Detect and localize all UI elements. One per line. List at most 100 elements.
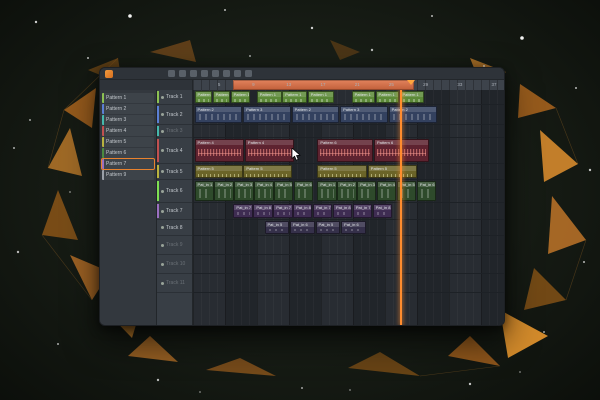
pattern-clip[interactable]: Pat_in 5 [265, 221, 290, 234]
track-header[interactable]: Track 1 [157, 90, 192, 105]
pattern-clip[interactable]: Pattern 5 [243, 165, 291, 178]
track-mute-led[interactable] [161, 113, 164, 116]
pattern-clip[interactable]: Pat_in 6 [417, 181, 436, 201]
pattern-clip[interactable]: Pattern 3 [340, 106, 388, 123]
pattern-clip[interactable]: Pat_in 8 [253, 204, 272, 218]
track-header[interactable]: Track 11 [157, 274, 192, 293]
pattern-clip[interactable]: Pattern 2 [389, 106, 437, 123]
fl-logo-icon[interactable] [105, 70, 113, 78]
pattern-clip[interactable]: Pat_in 7 [233, 204, 252, 218]
pattern-clip[interactable]: Pat_in 6 [290, 221, 315, 234]
playhead[interactable] [400, 90, 402, 325]
mute-icon[interactable] [212, 70, 219, 77]
pattern-clip[interactable]: Pattern 2 [292, 106, 340, 123]
pattern-clip[interactable]: Pattern 1 [282, 91, 307, 103]
zoom-icon[interactable] [245, 70, 252, 77]
pattern-clip[interactable]: Pat_in 2 [337, 181, 356, 201]
timeline-ruler[interactable]: 5913172125293337 [193, 80, 504, 90]
pattern-clip[interactable]: Pattern 3 [243, 106, 291, 123]
pattern-clip[interactable]: Pat_in 6 [341, 221, 366, 234]
pattern-clip[interactable]: Pat_in 7 [273, 204, 292, 218]
track-mute-led[interactable] [161, 226, 164, 229]
pattern-item[interactable]: Pattern 2 [102, 104, 154, 114]
pattern-item[interactable]: Pattern 6 [102, 148, 154, 158]
pattern-item[interactable]: Pattern 1 [102, 93, 154, 103]
pattern-clip[interactable]: Pattern 2 [195, 106, 243, 123]
pattern-item[interactable]: Pattern 3 [102, 115, 154, 125]
track-lane[interactable] [193, 255, 504, 274]
pattern-clip[interactable]: Pat_in 3 [234, 181, 253, 201]
track-header[interactable]: Track 9 [157, 236, 192, 255]
track-lane[interactable] [193, 274, 504, 293]
track-lane[interactable]: Pattern 5Pattern 5Pattern 5Pattern 5 [193, 164, 504, 180]
track-mute-led[interactable] [161, 149, 164, 152]
track-mute-led[interactable] [161, 170, 164, 173]
slip-icon[interactable] [223, 70, 230, 77]
pattern-clip[interactable]: Pattern 1 [308, 91, 334, 103]
track-header[interactable]: Track 7 [157, 203, 192, 220]
pattern-clip[interactable]: Pattern 5 [195, 165, 243, 178]
pattern-clip[interactable]: Pattern 5 [317, 165, 367, 178]
track-header[interactable]: Track 5 [157, 164, 192, 180]
pattern-item[interactable]: Pattern 4 [102, 126, 154, 136]
pattern-clip[interactable]: Pat_in 4 [377, 181, 396, 201]
track-mute-led[interactable] [161, 190, 164, 193]
pattern-clip[interactable]: Pat_in 6 [294, 181, 313, 201]
track-lane[interactable]: Pat_in 7Pat_in 8Pat_in 7Pat_in 8Pat_in 7… [193, 203, 504, 220]
playlist-grid[interactable]: Pattern 1Pattern 1Pattern 1Pattern 1Patt… [193, 90, 504, 325]
track-lane[interactable]: Pat_in 1Pat_in 2Pat_in 3Pat_in 4Pat_in 5… [193, 180, 504, 203]
pattern-clip[interactable]: Pattern 6 [317, 139, 373, 162]
pattern-clip[interactable]: Pat_in 8 [293, 204, 312, 218]
slice-icon[interactable] [201, 70, 208, 77]
pattern-item[interactable]: Pattern 9 [102, 170, 154, 180]
track-header[interactable]: Track 4 [157, 138, 192, 164]
track-mute-led[interactable] [161, 96, 164, 99]
track-mute-led[interactable] [161, 130, 164, 133]
pattern-clip[interactable]: Pattern 4 [195, 139, 245, 162]
pattern-clip[interactable]: Pattern 1 [213, 91, 230, 103]
pattern-clip[interactable]: Pattern 1 [195, 91, 212, 103]
track-lane[interactable] [193, 236, 504, 255]
pattern-clip[interactable]: Pattern 1 [400, 91, 425, 103]
pattern-clip[interactable]: Pattern 1 [231, 91, 251, 103]
track-mute-led[interactable] [161, 263, 164, 266]
pattern-clip[interactable]: Pat_in 3 [357, 181, 376, 201]
track-mute-led[interactable] [161, 244, 164, 247]
pattern-clip[interactable]: Pat_in 7 [313, 204, 332, 218]
pattern-item[interactable]: Pattern 7 [102, 159, 154, 169]
track-header[interactable]: Track 3 [157, 125, 192, 138]
pattern-clip[interactable]: Pat_in 7 [353, 204, 372, 218]
select-icon[interactable] [234, 70, 241, 77]
pattern-clip[interactable]: Pat_in 1 [317, 181, 336, 201]
pencil-icon[interactable] [179, 70, 186, 77]
pattern-clip[interactable]: Pat_in 2 [214, 181, 233, 201]
pattern-clip[interactable]: Pat_in 8 [373, 204, 392, 218]
fl-studio-window: 5913172125293337 Pattern 1Pattern 2Patte… [99, 67, 505, 326]
pattern-clip[interactable]: Pattern 5 [368, 165, 417, 178]
track-lane[interactable]: Pat_in 5Pat_in 6Pat_in 5Pat_in 6 [193, 220, 504, 236]
track-header[interactable]: Track 10 [157, 255, 192, 274]
track-lane[interactable]: Pattern 2Pattern 3Pattern 2Pattern 3Patt… [193, 105, 504, 125]
pattern-clip[interactable]: Pattern 1 [257, 91, 282, 103]
pattern-clip[interactable]: Pat_in 5 [274, 181, 293, 201]
pattern-clip[interactable]: Pattern 1 [352, 91, 375, 103]
track-lane[interactable]: Pattern 4Pattern 4Pattern 6Pattern 6 [193, 138, 504, 164]
pattern-clip[interactable]: Pat_in 4 [254, 181, 273, 201]
pattern-clip[interactable]: Pattern 1 [376, 91, 399, 103]
track-lane[interactable] [193, 125, 504, 138]
window-titlebar[interactable] [100, 68, 504, 80]
pattern-clip[interactable]: Pat_in 1 [195, 181, 214, 201]
brush-icon[interactable] [190, 70, 197, 77]
track-mute-led[interactable] [161, 210, 164, 213]
track-mute-led[interactable] [161, 282, 164, 285]
track-lane[interactable]: Pattern 1Pattern 1Pattern 1Pattern 1Patt… [193, 90, 504, 105]
pattern-clip[interactable]: Pattern 4 [245, 139, 294, 162]
pattern-item[interactable]: Pattern 5 [102, 137, 154, 147]
clip-label: Pattern 1 [377, 92, 398, 97]
pattern-clip[interactable]: Pat_in 5 [316, 221, 341, 234]
pattern-clip[interactable]: Pat_in 8 [333, 204, 352, 218]
magnet-icon[interactable] [168, 70, 175, 77]
track-header[interactable]: Track 6 [157, 180, 192, 203]
track-header[interactable]: Track 8 [157, 220, 192, 236]
track-header[interactable]: Track 2 [157, 105, 192, 125]
